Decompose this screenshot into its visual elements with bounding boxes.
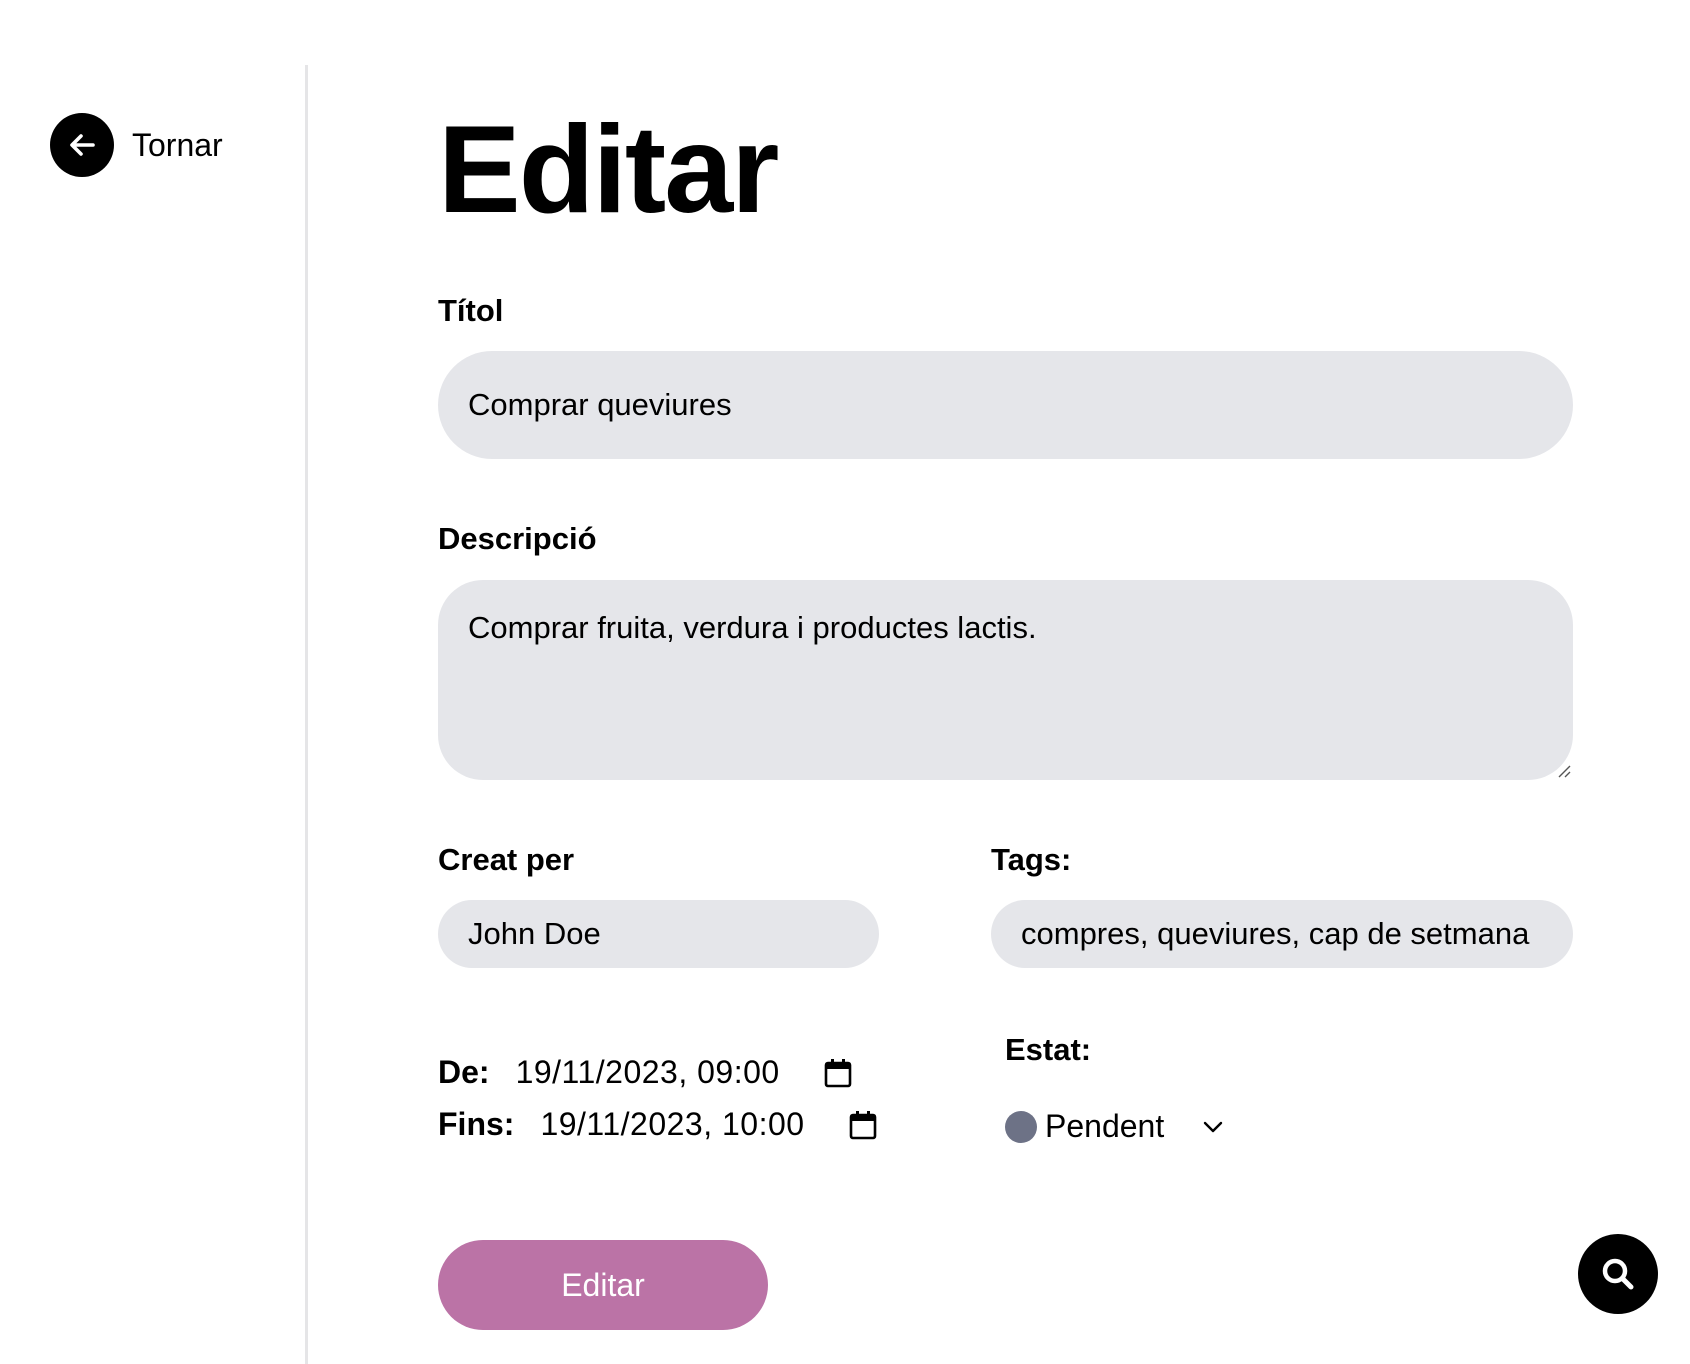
date-to-label: Fins:: [438, 1106, 515, 1142]
description-textarea[interactable]: Comprar fruita, verdura i productes lact…: [438, 580, 1573, 780]
date-to-row: Fins: 19/11/2023, 10:00: [438, 1106, 877, 1143]
status-label: Estat:: [1005, 1032, 1092, 1067]
date-to-value[interactable]: 19/11/2023, 10:00: [540, 1106, 804, 1143]
title-label: Títol: [438, 293, 504, 328]
created-by-label: Creat per: [438, 842, 575, 877]
chevron-down-icon[interactable]: [1202, 1120, 1224, 1134]
arrow-left-icon: [70, 134, 95, 156]
description-label: Descripció: [438, 521, 597, 556]
page-title: Editar: [438, 101, 779, 239]
sidebar-divider: [305, 65, 308, 1364]
sidebar: Tornar: [0, 0, 305, 1364]
back-link[interactable]: Tornar: [50, 113, 223, 177]
date-from-label: De:: [438, 1054, 490, 1090]
status-dot: [1005, 1110, 1037, 1143]
created-by-input[interactable]: [438, 900, 879, 968]
status-value: Pendent: [1045, 1108, 1165, 1144]
title-input[interactable]: [438, 351, 1573, 459]
edit-submit-button[interactable]: Editar: [438, 1240, 768, 1330]
calendar-icon[interactable]: [824, 1058, 852, 1088]
description-text: Comprar fruita, verdura i productes lact…: [468, 610, 1037, 645]
search-icon: [1602, 1258, 1634, 1290]
tags-label: Tags:: [991, 842, 1072, 877]
resize-handle-icon[interactable]: [1555, 762, 1571, 778]
tags-input[interactable]: [991, 900, 1573, 968]
back-label[interactable]: Tornar: [132, 127, 223, 164]
search-button[interactable]: [1578, 1234, 1658, 1314]
edit-page: Tornar Editar Títol Descripció Comprar f…: [0, 0, 1690, 1364]
edit-form: Editar Títol Descripció Comprar fruita, …: [438, 0, 1580, 1364]
date-from-value[interactable]: 19/11/2023, 09:00: [516, 1054, 780, 1091]
calendar-icon[interactable]: [849, 1110, 877, 1140]
date-from-row: De: 19/11/2023, 09:00: [438, 1054, 852, 1091]
status-select[interactable]: Pendent: [1005, 1108, 1224, 1145]
back-button-circle[interactable]: [50, 113, 114, 177]
